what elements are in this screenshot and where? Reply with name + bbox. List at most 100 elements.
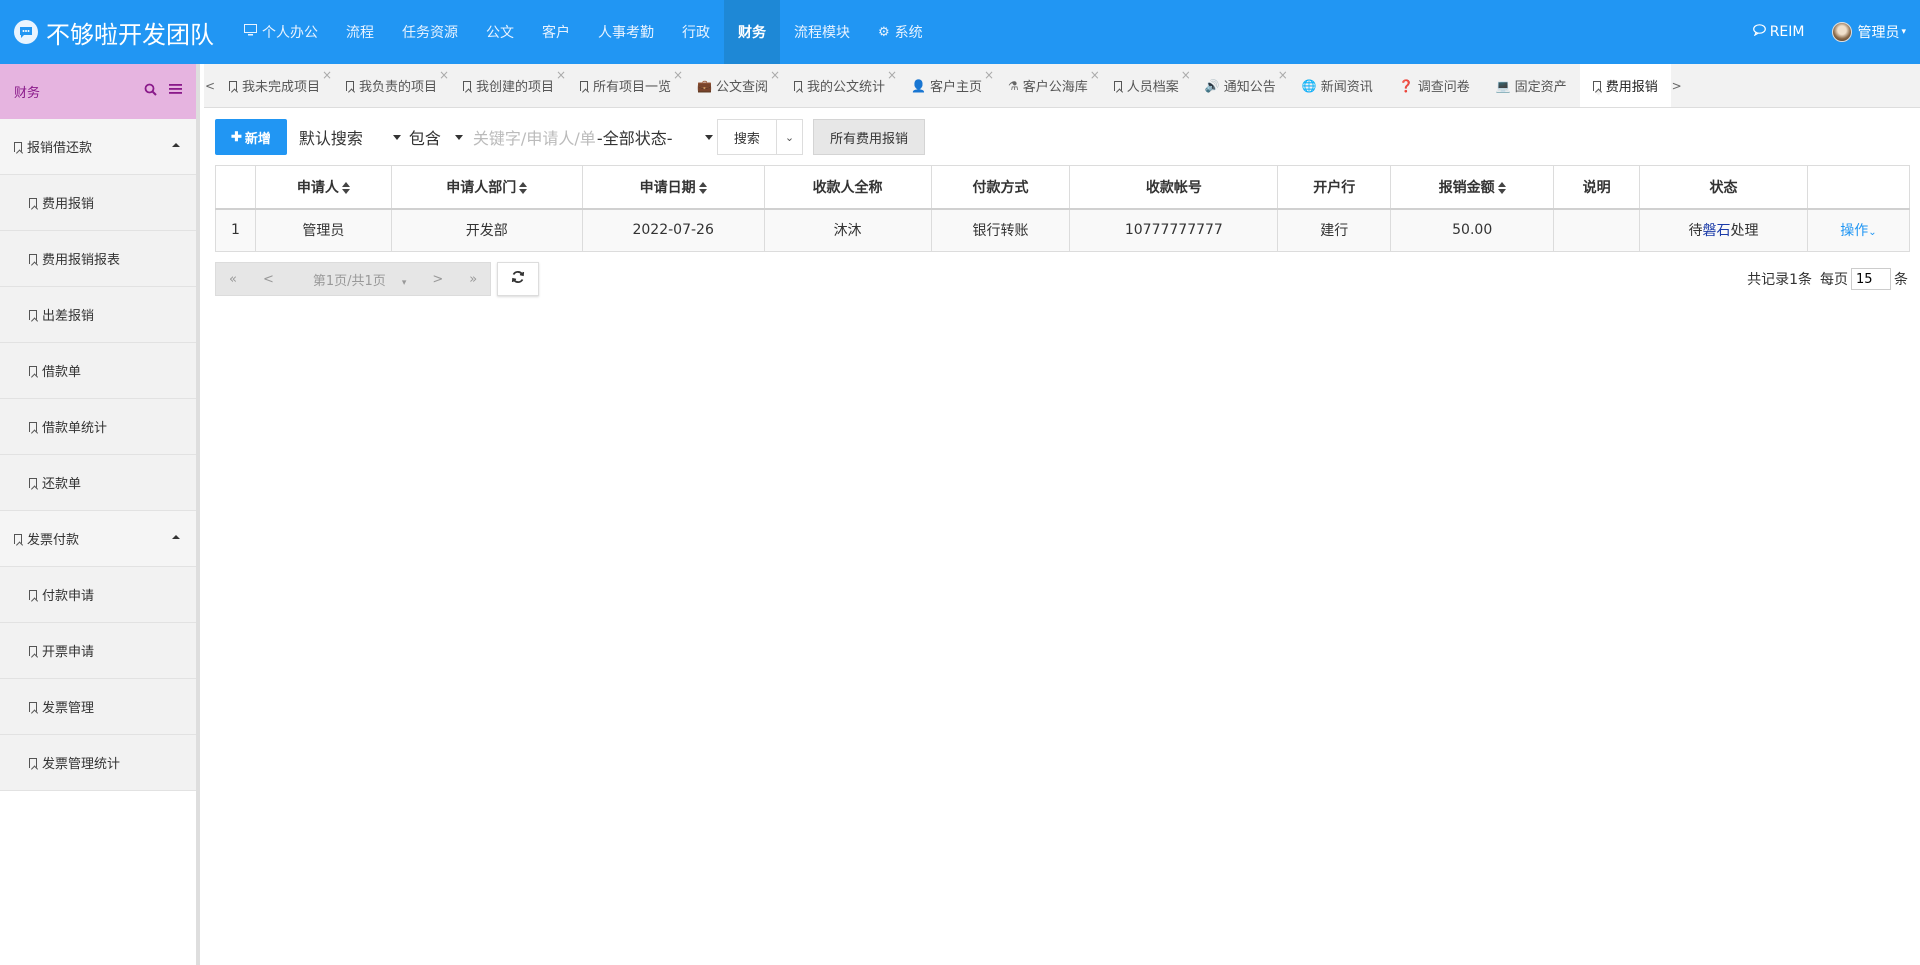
first-page-button[interactable]: « <box>216 272 250 287</box>
col-amount[interactable]: 报销金额 <box>1390 165 1555 210</box>
nav-personal-office[interactable]: 个人办公 <box>230 0 332 64</box>
sort-icon <box>519 181 528 194</box>
close-icon[interactable]: × <box>673 68 683 82</box>
cell-amount: 50.00 <box>1390 208 1555 252</box>
user-menu[interactable]: 管理员 ▾ <box>1818 22 1920 42</box>
close-icon[interactable]: × <box>1278 68 1288 82</box>
table-header-row: 申请人 申请人部门 申请日期 收款人全称 付款方式 收款帐号 开户行 报销金额 … <box>215 165 1911 210</box>
reim-button[interactable]: REIM <box>1739 24 1819 40</box>
sidebar-item-travel[interactable]: 出差报销 <box>0 287 196 343</box>
sidebar-item-expense-report[interactable]: 费用报销报表 <box>0 231 196 287</box>
brand[interactable]: 不够啦开发团队 <box>0 0 230 64</box>
tab-notices[interactable]: 🔊 通知公告 × <box>1192 64 1289 107</box>
cell-note <box>1553 208 1641 252</box>
tab-all-projects[interactable]: 所有项目一览 × <box>567 64 684 107</box>
per-page-input[interactable] <box>1851 268 1891 290</box>
tab-unfinished-projects[interactable]: 我未完成项目 × <box>216 64 333 107</box>
col-date[interactable]: 申请日期 <box>581 165 765 210</box>
sidebar-item-label: 费用报销 <box>42 197 95 212</box>
cell-payee: 沐沐 <box>763 208 932 252</box>
avatar <box>1832 22 1853 42</box>
tab-label: 所有项目一览 <box>593 80 672 95</box>
nav-documents[interactable]: 公文 <box>472 0 528 64</box>
tab-staff-records[interactable]: 人员档案 × <box>1101 64 1192 107</box>
close-icon[interactable]: × <box>984 68 994 82</box>
tab-fixed-assets[interactable]: 💻 固定资产 <box>1483 64 1580 107</box>
status-filter-select[interactable]: -全部状态- <box>597 119 717 155</box>
sidebar-group-reimburse[interactable]: 报销借还款 <box>0 119 196 175</box>
col-applicant[interactable]: 申请人 <box>254 165 392 210</box>
col-department[interactable]: 申请人部门 <box>390 165 583 210</box>
sidebar-item-loan[interactable]: 借款单 <box>0 343 196 399</box>
cell-actions[interactable]: 操作⌄ <box>1806 208 1911 252</box>
tab-label: 费用报销 <box>1605 80 1658 95</box>
nav-admin[interactable]: 行政 <box>668 0 724 64</box>
search-icon[interactable] <box>144 83 157 100</box>
nav-customers[interactable]: 客户 <box>528 0 584 64</box>
sidebar-item-label: 发票管理 <box>42 701 95 716</box>
tab-document-lookup[interactable]: 💼 公文查阅 × <box>684 64 781 107</box>
sidebar-item-invoice-manage[interactable]: 发票管理 <box>0 679 196 735</box>
sidebar-item-expense[interactable]: 费用报销 <box>0 175 196 231</box>
tab-my-projects[interactable]: 我负责的项目 × <box>333 64 450 107</box>
nav-finance[interactable]: 财务 <box>724 0 780 64</box>
all-expenses-button[interactable]: 所有费用报销 <box>812 119 925 155</box>
sidebar-group-label: 报销借还款 <box>27 141 93 156</box>
close-icon[interactable]: × <box>322 68 332 82</box>
next-page-button[interactable]: > <box>419 272 456 287</box>
tab-expense-reimbursement[interactable]: 费用报销 <box>1579 64 1671 107</box>
close-icon[interactable]: × <box>439 68 449 82</box>
sidebar-group-invoice[interactable]: 发票付款 <box>0 511 196 567</box>
tab-created-projects[interactable]: 我创建的项目 × <box>450 64 567 107</box>
add-button[interactable]: ✚ 新增 <box>215 119 287 155</box>
nav-system[interactable]: ⚙ 系统 <box>864 0 937 64</box>
close-icon[interactable]: × <box>1181 68 1191 82</box>
sidebar-item-invoice-stats[interactable]: 发票管理统计 <box>0 735 196 791</box>
tab-document-stats[interactable]: 我的公文统计 × <box>781 64 898 107</box>
sort-icon <box>341 181 350 194</box>
bookmark-icon <box>29 757 37 768</box>
tab-survey[interactable]: ❓ 调查问卷 <box>1386 64 1483 107</box>
nav-label: 流程模块 <box>794 25 850 41</box>
tab-scroll-left-icon[interactable]: < <box>204 79 216 93</box>
nav-label: 个人办公 <box>262 25 318 41</box>
cell-bank: 建行 <box>1277 208 1392 252</box>
search-mode-select[interactable]: 默认搜索 <box>299 119 409 155</box>
table-row[interactable]: 1 管理员 开发部 2022-07-26 沐沐 银行转账 10777777777… <box>215 208 1911 252</box>
refresh-button[interactable] <box>497 262 540 296</box>
last-page-button[interactable]: » <box>456 272 490 287</box>
sidebar-item-loan-stats[interactable]: 借款单统计 <box>0 399 196 455</box>
prev-page-button[interactable]: < <box>250 272 287 287</box>
close-icon[interactable]: × <box>1090 68 1100 82</box>
page-select[interactable]: 第1页/共1页 ▾ <box>287 270 419 289</box>
close-icon[interactable]: × <box>887 68 897 82</box>
actions-menu-link[interactable]: 操作 <box>1840 223 1868 239</box>
search-button[interactable]: 搜索 <box>716 119 777 155</box>
nav-tasks[interactable]: 任务资源 <box>388 0 472 64</box>
caret-down-icon: ▾ <box>401 277 407 288</box>
match-mode-select[interactable]: 包含 <box>409 119 465 155</box>
nav-label: 客户 <box>542 25 570 41</box>
close-icon[interactable]: × <box>770 68 780 82</box>
nav-workflow[interactable]: 流程 <box>332 0 388 64</box>
sidebar-item-repayment[interactable]: 还款单 <box>0 455 196 511</box>
page-label: 第1页/共1页 <box>312 273 386 289</box>
menu-icon[interactable] <box>169 83 182 100</box>
tab-news[interactable]: 🌐 新闻资讯 <box>1289 64 1386 107</box>
tab-scroll-right-icon[interactable]: > <box>1671 79 1683 93</box>
laptop-icon: 💻 <box>1495 78 1511 93</box>
sidebar-item-invoice-request[interactable]: 开票申请 <box>0 623 196 679</box>
all-expenses-label: 所有费用报销 <box>829 131 908 147</box>
tab-customer-pool[interactable]: ⚗ 客户公海库 × <box>995 64 1101 107</box>
close-icon[interactable]: × <box>556 68 566 82</box>
nav-workflow-modules[interactable]: 流程模块 <box>780 0 864 64</box>
sidebar: 财务 报销借还款 费用报销 费用报销报表 出差报销 借款单 借款单统计 还款单 … <box>0 64 200 965</box>
bookmark-icon <box>29 197 37 208</box>
tab-label: 新闻资讯 <box>1320 80 1373 95</box>
sidebar-item-payment-request[interactable]: 付款申请 <box>0 567 196 623</box>
nav-hr[interactable]: 人事考勤 <box>584 0 668 64</box>
search-dropdown-button[interactable]: ⌄ <box>776 119 803 155</box>
tab-label: 人员档案 <box>1126 80 1179 95</box>
tab-customer-home[interactable]: 👤 客户主页 × <box>898 64 995 107</box>
keyword-input[interactable]: 关键字/申请人/单 <box>473 119 597 155</box>
